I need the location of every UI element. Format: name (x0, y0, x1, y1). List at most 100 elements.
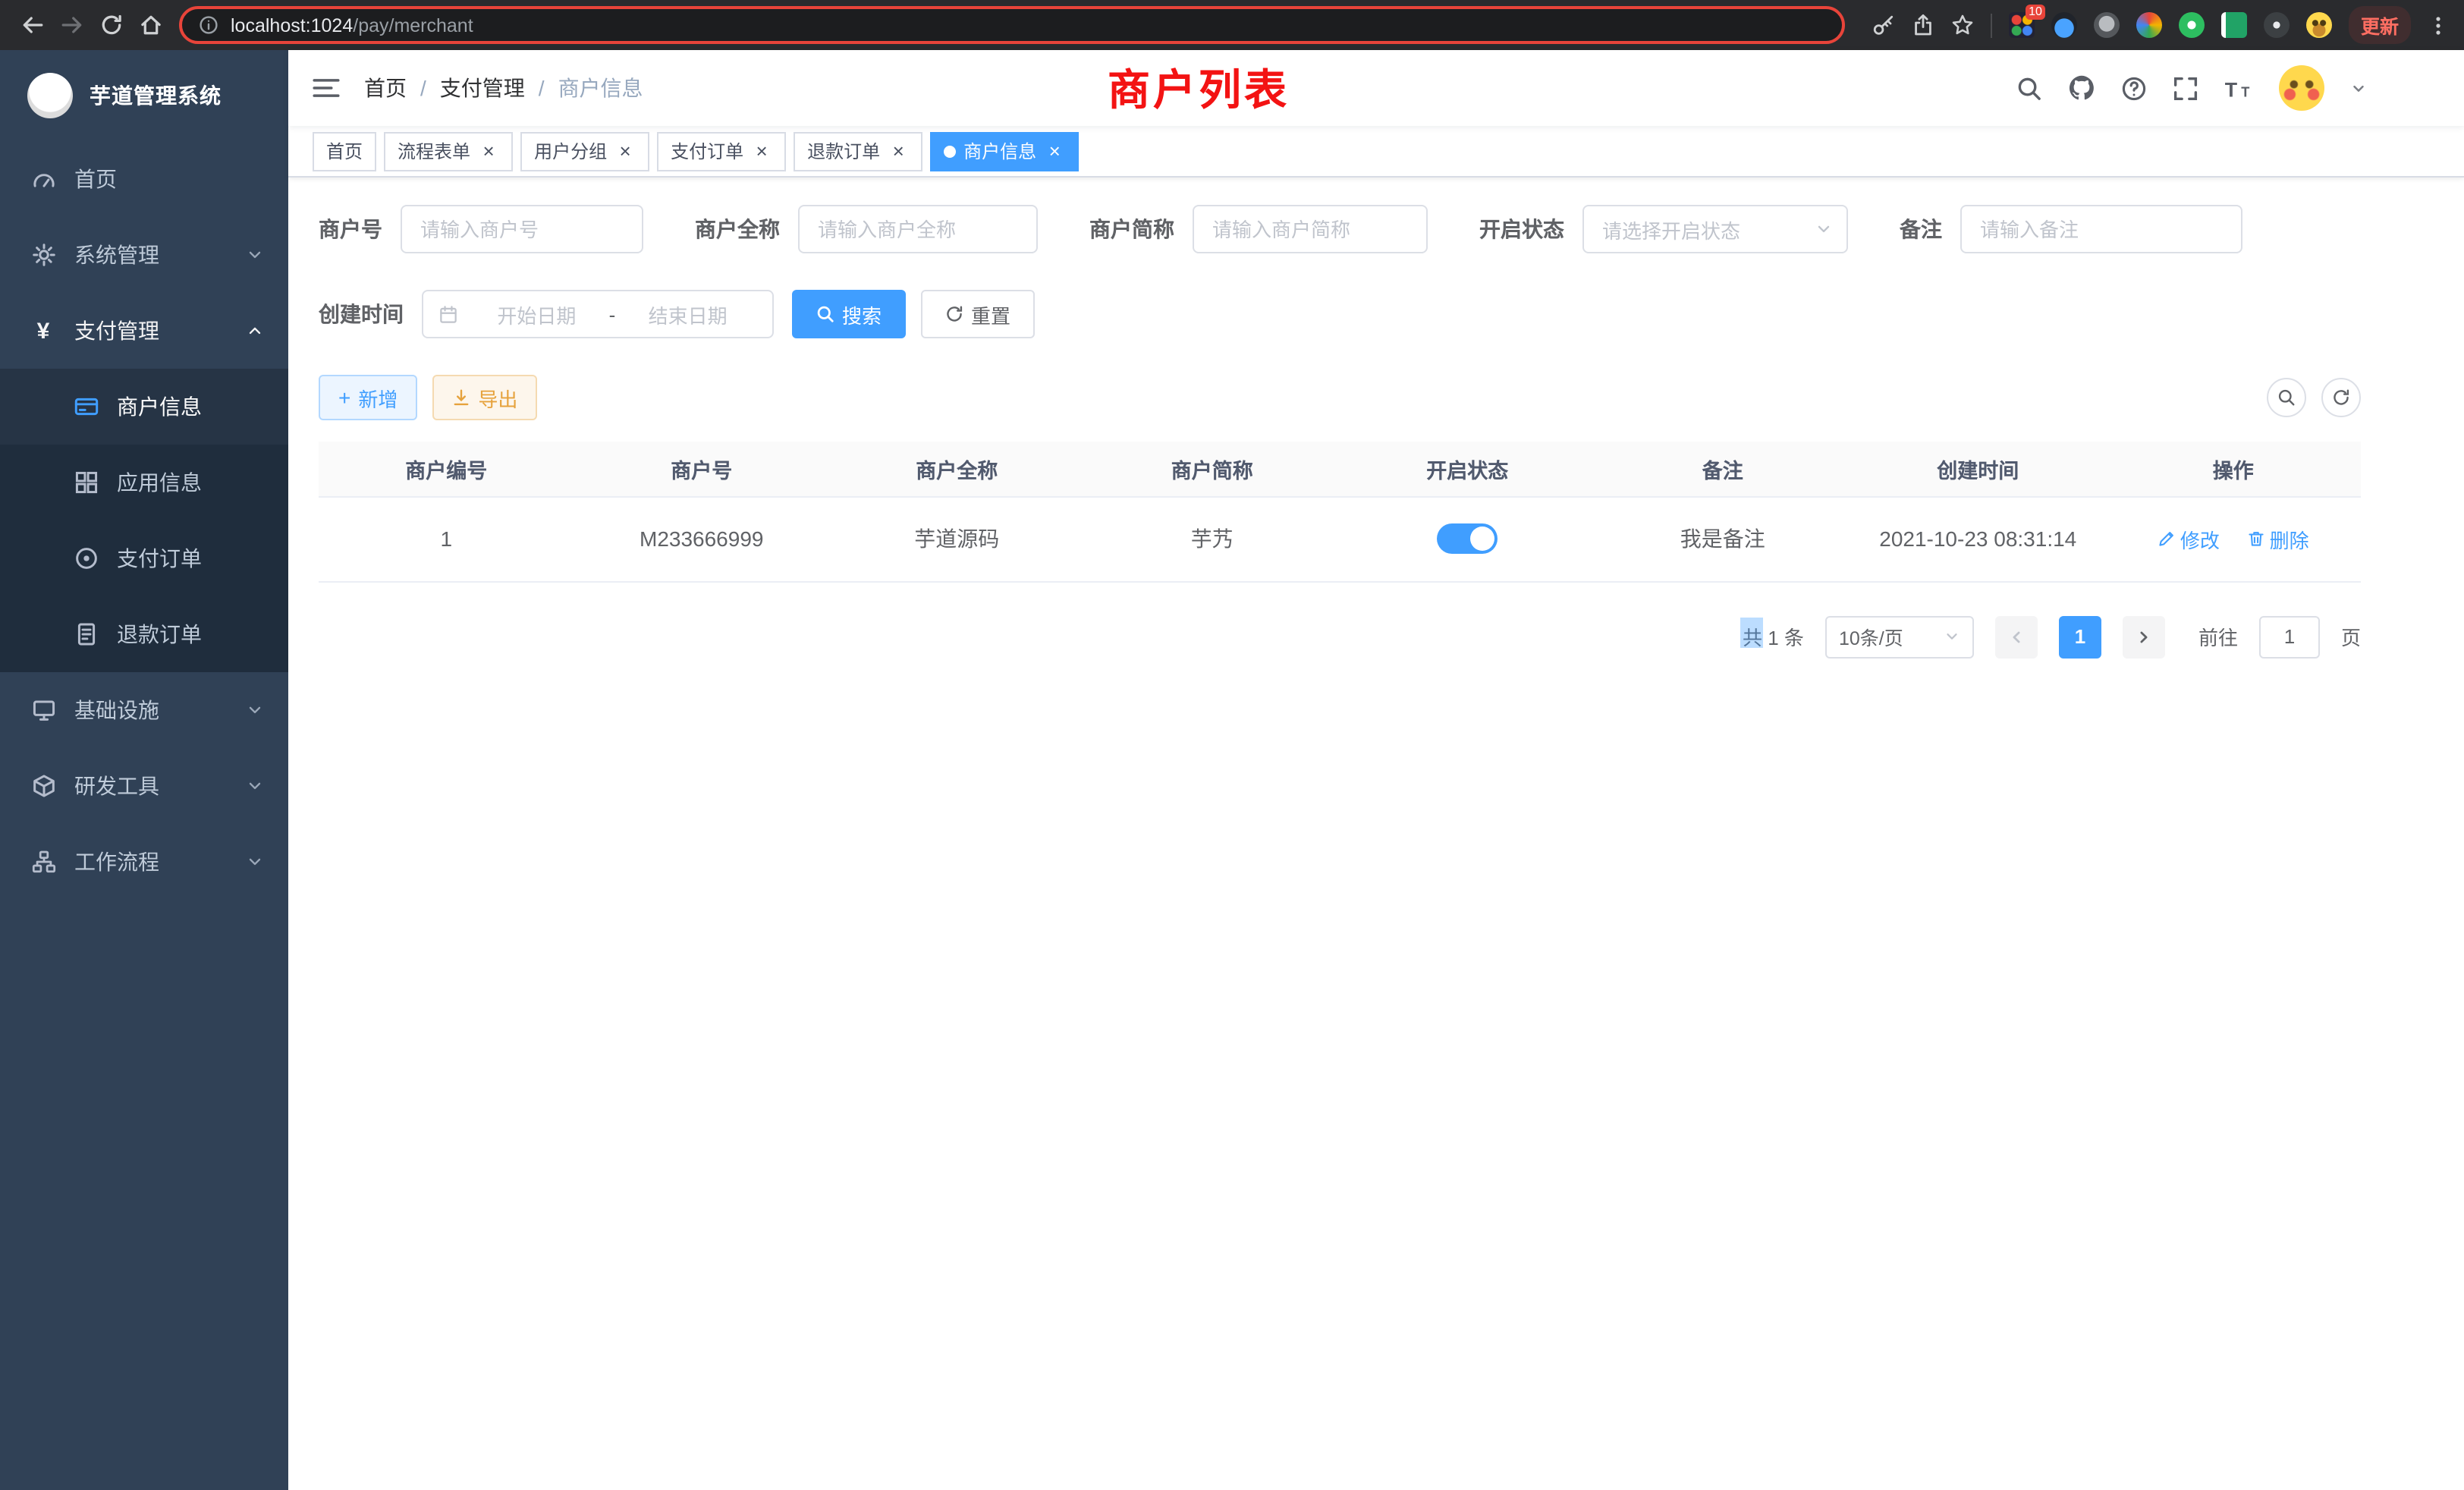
extension-icon[interactable] (2264, 12, 2290, 38)
user-avatar[interactable] (2279, 65, 2324, 111)
trash-icon (2247, 530, 2265, 548)
address-bar[interactable]: localhost:1024/pay/merchant (179, 6, 1845, 44)
sidebar-item-workflow[interactable]: 工作流程 (0, 824, 288, 900)
table-header-row: 商户编号 商户号 商户全称 商户简称 开启状态 备注 创建时间 操作 (319, 442, 2361, 496)
font-size-icon[interactable]: TT (2224, 77, 2253, 99)
browser-menu-icon[interactable] (2428, 14, 2449, 36)
tab-user-group[interactable]: 用户分组 × (520, 131, 649, 171)
status-toggle[interactable] (1437, 523, 1498, 554)
search-button[interactable]: 搜索 (792, 290, 906, 338)
merchant-name-input[interactable] (798, 205, 1038, 253)
chevron-down-icon[interactable] (2350, 80, 2367, 96)
browser-toolbar-right: 10 更新 (1872, 6, 2452, 44)
plus-icon: + (338, 387, 350, 408)
extension-icon[interactable] (2136, 12, 2162, 38)
extensions-icon[interactable]: 10 (2009, 12, 2035, 38)
sidebar-item-label: 应用信息 (117, 467, 202, 498)
cell-merchant-name: 芋道源码 (829, 496, 1085, 581)
help-icon[interactable] (2121, 75, 2147, 101)
tab-merchant-info[interactable]: 商户信息 × (930, 131, 1079, 171)
start-date-placeholder: 开始日期 (467, 300, 606, 328)
sidebar-item-devtools[interactable]: 研发工具 (0, 748, 288, 824)
next-page-button[interactable] (2123, 615, 2165, 658)
extension-icon[interactable] (2051, 12, 2077, 38)
browser-profile-avatar[interactable] (2306, 12, 2332, 38)
key-icon[interactable] (1872, 14, 1895, 36)
refresh-icon (945, 305, 963, 323)
close-icon[interactable]: × (751, 140, 772, 162)
github-icon[interactable] (2068, 74, 2095, 102)
browser-refresh-button[interactable] (91, 5, 130, 45)
sidebar-item-infra[interactable]: 基础设施 (0, 672, 288, 748)
browser-update-button[interactable]: 更新 (2349, 6, 2411, 44)
active-dot-icon (944, 145, 956, 157)
extension-icon[interactable] (2221, 12, 2247, 38)
share-icon[interactable] (1912, 14, 1934, 36)
tab-pay-order[interactable]: 支付订单 × (657, 131, 786, 171)
sidebar-item-merchant-info[interactable]: 商户信息 (0, 369, 288, 445)
tab-process-form[interactable]: 流程表单 × (384, 131, 513, 171)
extension-icon[interactable] (2179, 12, 2205, 38)
merchant-no-input[interactable] (401, 205, 643, 253)
col-merchant-short: 商户简称 (1085, 442, 1340, 496)
hamburger-icon[interactable] (313, 76, 340, 100)
breadcrumb-payment[interactable]: 支付管理 (440, 73, 525, 103)
browser-home-button[interactable] (130, 5, 170, 45)
field-merchant-name: 商户全称 (695, 205, 1038, 253)
breadcrumb-home[interactable]: 首页 (364, 73, 407, 103)
page-info-icon[interactable] (199, 15, 218, 35)
status-select[interactable]: 请选择开启状态 (1582, 205, 1848, 253)
browser-back-button[interactable] (12, 5, 52, 45)
bank-card-icon (73, 395, 99, 419)
fullscreen-icon[interactable] (2173, 75, 2198, 101)
close-icon[interactable]: × (478, 140, 499, 162)
prev-page-button[interactable] (1995, 615, 2038, 658)
add-button-label: 新增 (358, 383, 398, 412)
close-icon[interactable]: × (888, 140, 909, 162)
tab-label: 首页 (326, 138, 363, 164)
search-icon[interactable] (2016, 75, 2042, 101)
page-number-button[interactable]: 1 (2059, 615, 2101, 658)
tab-home[interactable]: 首页 (313, 131, 376, 171)
edit-link[interactable]: 修改 (2158, 524, 2220, 553)
svg-text:T: T (2241, 84, 2249, 99)
close-icon[interactable]: × (614, 140, 636, 162)
tab-refund-order[interactable]: 退款订单 × (794, 131, 922, 171)
merchant-short-input[interactable] (1193, 205, 1428, 253)
delete-link-label: 删除 (2270, 524, 2309, 553)
goto-page-input[interactable] (2259, 615, 2320, 658)
reset-button[interactable]: 重置 (921, 290, 1035, 338)
monitor-icon (30, 698, 56, 722)
merchant-name-label: 商户全称 (695, 214, 780, 244)
cell-remark: 我是备注 (1595, 496, 1851, 581)
sidebar-item-home[interactable]: 首页 (0, 141, 288, 217)
sidebar-item-payment[interactable]: ¥ 支付管理 (0, 293, 288, 369)
sidebar-item-system[interactable]: 系统管理 (0, 217, 288, 293)
add-button[interactable]: + 新增 (319, 375, 417, 420)
status-label: 开启状态 (1479, 214, 1564, 244)
export-button[interactable]: 导出 (432, 375, 537, 420)
sidebar-item-pay-order[interactable]: 支付订单 (0, 520, 288, 596)
browser-forward-button[interactable] (52, 5, 91, 45)
calendar-icon (438, 304, 458, 324)
toggle-search-button[interactable] (2267, 378, 2306, 417)
extension-icon[interactable] (2094, 12, 2120, 38)
app-logo[interactable]: 芋道管理系统 (0, 50, 288, 141)
bookmark-star-icon[interactable] (1951, 14, 1974, 36)
cell-actions: 修改 删除 (2106, 496, 2362, 581)
sidebar-item-app-info[interactable]: 应用信息 (0, 445, 288, 520)
sidebar-item-refund-order[interactable]: 退款订单 (0, 596, 288, 672)
annotation-title: 商户列表 (1108, 58, 1290, 118)
close-icon[interactable]: × (1044, 140, 1065, 162)
reset-button-label: 重置 (971, 300, 1010, 328)
delete-link[interactable]: 删除 (2247, 524, 2309, 553)
grid-icon (73, 470, 99, 495)
refresh-table-button[interactable] (2321, 378, 2361, 417)
cell-create-time: 2021-10-23 08:31:14 (1850, 496, 2106, 581)
col-remark: 备注 (1595, 442, 1851, 496)
remark-input[interactable] (1960, 205, 2242, 253)
create-time-range-picker[interactable]: 开始日期 - 结束日期 (422, 290, 774, 338)
gear-icon (30, 243, 56, 267)
end-date-placeholder: 结束日期 (618, 300, 757, 328)
page-size-select[interactable]: 10条/页 (1825, 615, 1974, 658)
